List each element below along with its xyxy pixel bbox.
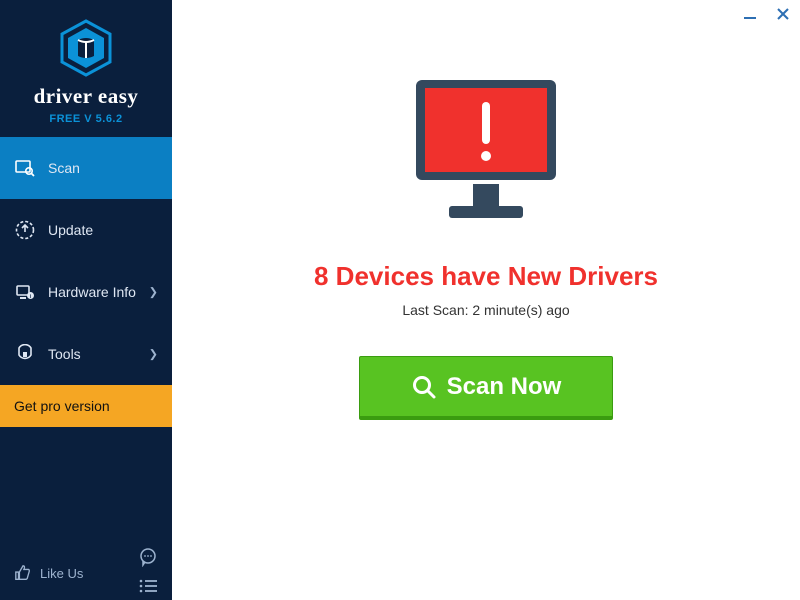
nav-list: Scan Update i Hardware Info ❯ Tools xyxy=(0,137,172,385)
list-icon xyxy=(138,578,158,594)
nav-item-label: Update xyxy=(48,222,93,238)
nav-item-scan[interactable]: Scan xyxy=(0,137,172,199)
close-button[interactable] xyxy=(776,6,790,25)
close-icon xyxy=(776,7,790,21)
get-pro-button[interactable]: Get pro version xyxy=(0,385,172,427)
tools-icon xyxy=(14,344,36,364)
speech-bubble-icon xyxy=(138,547,158,567)
window-controls xyxy=(742,6,790,25)
main-content: 8 Devices have New Drivers Last Scan: 2 … xyxy=(172,0,800,600)
thumbs-up-icon xyxy=(14,564,32,582)
sidebar: driver easy FREE V 5.6.2 Scan Update i xyxy=(0,0,172,600)
logo-area: driver easy FREE V 5.6.2 xyxy=(0,0,172,137)
hardware-info-icon: i xyxy=(14,282,36,302)
menu-button[interactable] xyxy=(138,578,158,599)
nav-item-label: Scan xyxy=(48,160,80,176)
like-us-label: Like Us xyxy=(40,566,83,581)
nav-item-label: Hardware Info xyxy=(48,284,136,300)
sidebar-bottom: Like Us xyxy=(0,546,172,600)
monitor-illustration xyxy=(401,72,571,237)
feedback-button[interactable] xyxy=(138,547,158,572)
nav-item-update[interactable]: Update xyxy=(0,199,172,261)
get-pro-label: Get pro version xyxy=(14,398,110,414)
nav-item-tools[interactable]: Tools ❯ xyxy=(0,323,172,385)
brand-name: driver easy xyxy=(0,84,172,109)
monitor-alert-icon xyxy=(401,72,571,232)
minimize-icon xyxy=(742,6,758,22)
scan-now-button[interactable]: Scan Now xyxy=(359,356,613,420)
scan-now-label: Scan Now xyxy=(447,373,562,401)
update-icon xyxy=(14,220,36,240)
like-us-button[interactable]: Like Us xyxy=(14,564,83,582)
last-scan-text: Last Scan: 2 minute(s) ago xyxy=(402,302,569,318)
status-headline: 8 Devices have New Drivers xyxy=(314,261,658,292)
nav-item-label: Tools xyxy=(48,346,81,362)
logo-icon xyxy=(56,18,116,78)
nav-item-hardware[interactable]: i Hardware Info ❯ xyxy=(0,261,172,323)
version-label: FREE V 5.6.2 xyxy=(0,113,172,125)
scan-icon xyxy=(14,158,36,178)
minimize-button[interactable] xyxy=(742,6,758,25)
chevron-right-icon: ❯ xyxy=(149,348,158,361)
chevron-right-icon: ❯ xyxy=(149,286,158,299)
search-icon xyxy=(411,374,437,400)
